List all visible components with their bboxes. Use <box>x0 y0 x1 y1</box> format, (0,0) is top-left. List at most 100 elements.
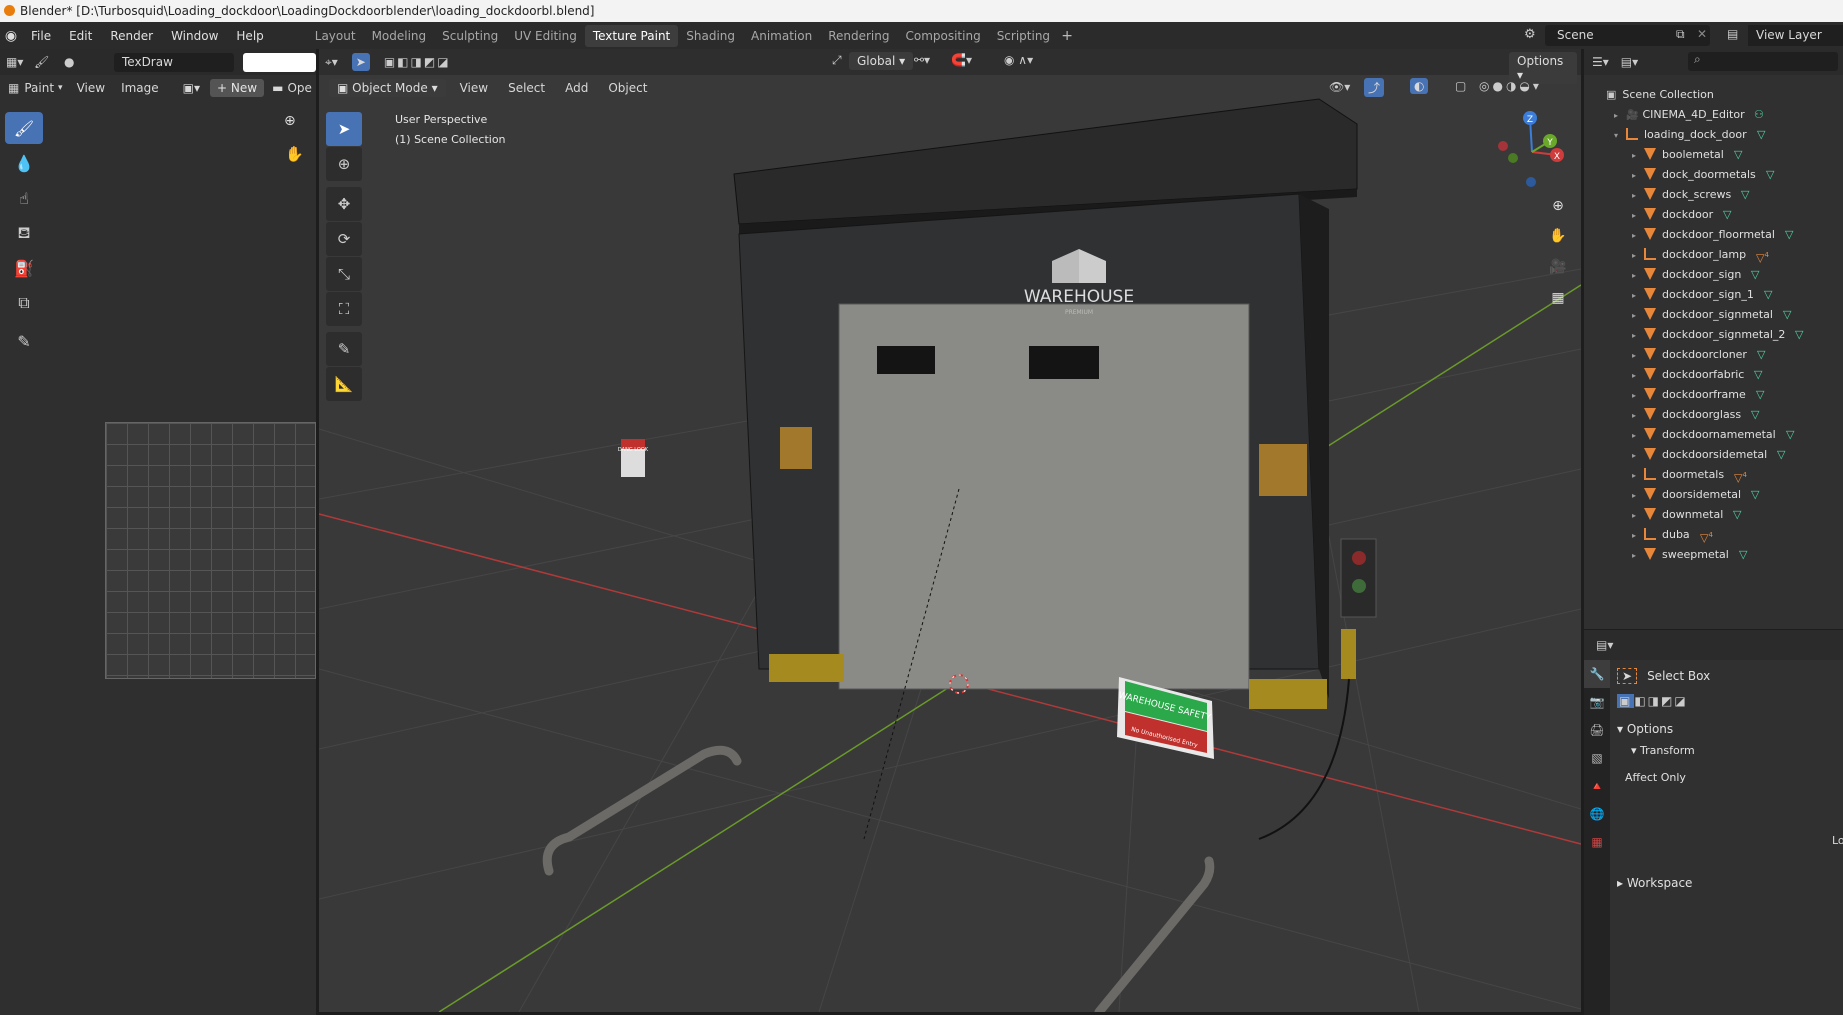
mesh-data-icon[interactable]: ▽ <box>1777 445 1785 465</box>
outliner-row[interactable]: ▸ boolemetal ▽ <box>1606 145 1843 165</box>
transform-icon[interactable]: ⛶ <box>326 292 362 326</box>
zoom-icon[interactable]: ⊕ <box>1544 192 1572 220</box>
outliner-row[interactable]: ▸ doormetals ▽4 <box>1606 465 1843 485</box>
viewport-menu-object[interactable]: Object <box>598 81 657 95</box>
zoom-icon[interactable]: ⊕ <box>284 113 296 129</box>
clone-icon[interactable]: ⛾ <box>5 217 43 249</box>
tab-scripting[interactable]: Scripting <box>989 25 1058 47</box>
editor-type-icon[interactable]: ⌖▾ <box>325 55 338 70</box>
shading-mode-icons[interactable]: ◎●◑◒▾ <box>1479 79 1542 93</box>
expand-right-icon[interactable]: ▸ <box>1632 466 1644 486</box>
mesh-data-icon[interactable]: ▽ <box>1786 425 1794 445</box>
tab-modeling[interactable]: Modeling <box>364 25 435 47</box>
brush-name-field[interactable]: TexDraw <box>114 53 234 72</box>
outliner-row[interactable]: ▸ dockdoor_lamp ▽4 <box>1606 245 1843 265</box>
select-tool-icon[interactable]: ➤ <box>351 53 370 71</box>
expand-right-icon[interactable]: ▸ <box>1632 186 1644 206</box>
mesh-data-icon[interactable]: ▽ <box>1723 205 1731 225</box>
expand-right-icon[interactable]: ▸ <box>1632 206 1644 226</box>
overlay-toggle-icon[interactable]: ◐ <box>1410 78 1429 94</box>
orientation-dropdown[interactable]: Global ▾ <box>849 52 914 70</box>
pan-hand-icon[interactable]: ✋ <box>1544 222 1572 250</box>
tab-animation[interactable]: Animation <box>743 25 820 47</box>
menu-window[interactable]: Window <box>162 29 227 43</box>
tab-texture-paint[interactable]: Texture Paint <box>584 24 679 47</box>
tab-layout[interactable]: Layout <box>307 25 364 47</box>
expand-right-icon[interactable]: ▸ <box>1632 306 1644 326</box>
outliner-row[interactable]: ▸ downmetal ▽ <box>1606 505 1843 525</box>
menu-edit[interactable]: Edit <box>60 29 101 43</box>
tab-rendering[interactable]: Rendering <box>820 25 897 47</box>
camera-view-icon[interactable]: 🎥 <box>1544 253 1572 281</box>
editor-type-icon[interactable]: ▦▾ <box>6 55 34 69</box>
xray-icon[interactable]: ▢ <box>1455 79 1466 93</box>
select-mode-buttons[interactable]: ▣ ◧◨◩◪ <box>1617 694 1843 708</box>
navigation-gizmo[interactable]: Z X Y <box>1494 110 1574 190</box>
expand-right-icon[interactable]: ▸ <box>1632 326 1644 346</box>
outliner-search-input[interactable]: ⌕ <box>1688 52 1838 71</box>
expand-right-icon[interactable]: ▸ <box>1632 526 1644 546</box>
outliner-row[interactable]: ▸ dockdoorsidemetal ▽ <box>1606 445 1843 465</box>
outliner-row[interactable]: ▸ dockdoor_sign ▽ <box>1606 265 1843 285</box>
gizmo-toggle-icon[interactable]: ⤴ <box>1364 78 1385 97</box>
outliner-row[interactable]: ▸ dock_screws ▽ <box>1606 185 1843 205</box>
tab-uv-editing[interactable]: UV Editing <box>506 25 585 47</box>
mesh-data-icon[interactable]: ▽ <box>1766 165 1774 185</box>
mesh-data-icon[interactable]: ▽ <box>1739 545 1747 565</box>
outliner-row[interactable]: ▸ doorsidemetal ▽ <box>1606 485 1843 505</box>
mesh-data-icon[interactable]: ▽ <box>1751 405 1759 425</box>
pivot-icon[interactable]: ⚯▾ <box>914 53 930 67</box>
outliner-row[interactable]: ▸ sweepmetal ▽ <box>1606 545 1843 565</box>
image-browse-icon[interactable]: ▣▾ <box>183 81 200 95</box>
outliner-row[interactable]: ▸ dockdoornamemetal ▽ <box>1606 425 1843 445</box>
brush-type-icon[interactable]: ● <box>64 55 84 69</box>
tab-sculpting[interactable]: Sculpting <box>434 25 506 47</box>
menu-file[interactable]: File <box>22 29 60 43</box>
cursor-icon[interactable]: ⊕ <box>326 147 362 181</box>
move-icon[interactable]: ✥ <box>326 187 362 221</box>
expand-right-icon[interactable]: ▸ <box>1632 346 1644 366</box>
mode-dropdown[interactable]: Paint <box>24 81 54 95</box>
outliner-row[interactable]: ▸ duba ▽4 <box>1606 525 1843 545</box>
outliner-editor-type-icon[interactable]: ☰▾ <box>1592 55 1609 69</box>
outliner-row[interactable]: ▸ dockdoorglass ▽ <box>1606 405 1843 425</box>
mesh-data-icon[interactable]: ▽ <box>1756 385 1764 405</box>
menu-image[interactable]: Image <box>121 81 159 95</box>
ortho-toggle-icon[interactable]: ▦ <box>1544 284 1572 312</box>
tab-shading[interactable]: Shading <box>678 25 743 47</box>
mesh-data-icon[interactable]: ▽ <box>1783 305 1791 325</box>
display-mode-icon[interactable]: ▤▾ <box>1621 55 1638 69</box>
properties-editor-type-icon[interactable]: ▤▾ <box>1596 638 1613 652</box>
expand-right-icon[interactable]: ▸ <box>1632 366 1644 386</box>
outliner-row[interactable]: ▸ dockdoorframe ▽ <box>1606 385 1843 405</box>
pan-hand-icon[interactable]: ✋ <box>285 145 304 163</box>
fill-icon[interactable]: ⛽ <box>5 252 43 284</box>
expand-right-icon[interactable]: ▸ <box>1632 286 1644 306</box>
draw-brush-icon[interactable]: 🖌 <box>5 112 43 144</box>
expand-right-icon[interactable]: ▸ <box>1632 246 1644 266</box>
new-scene-icon[interactable]: ⧉ <box>1676 27 1685 42</box>
expand-right-icon[interactable]: ▸ <box>1632 386 1644 406</box>
outliner-row[interactable]: ▸ dockdoorfabric ▽ <box>1606 365 1843 385</box>
rotate-icon[interactable]: ⟳ <box>326 222 362 256</box>
expand-right-icon[interactable]: ▸ <box>1632 266 1644 286</box>
outliner-row[interactable]: ▸ dock_doormetals ▽ <box>1606 165 1843 185</box>
image-canvas-grid[interactable] <box>105 422 316 679</box>
mask-icon[interactable]: ⧉ <box>5 287 43 319</box>
view-layer-selector[interactable]: View Layer <box>1748 25 1843 46</box>
expand-right-icon[interactable]: ▸ <box>1632 546 1644 566</box>
menu-render[interactable]: Render <box>101 29 162 43</box>
viewport-menu-view[interactable]: View <box>450 81 498 95</box>
scene-collection-row[interactable]: ▣ Scene Collection <box>1606 85 1843 105</box>
outliner-row[interactable]: ▾ loading_dock_door ▽ <box>1606 125 1843 145</box>
expand-down-icon[interactable]: ▾ <box>1614 126 1626 146</box>
options-section[interactable]: ▾ Options <box>1617 722 1843 736</box>
mesh-data-icon[interactable]: ▽ <box>1795 325 1803 345</box>
annotate-icon[interactable]: ✎ <box>326 332 362 366</box>
new-image-button[interactable]: + New <box>210 79 265 97</box>
output-tab-icon[interactable]: 🖨 <box>1584 716 1610 744</box>
camera-data-icon[interactable]: ⚇ <box>1754 105 1764 125</box>
mesh-data-icon[interactable]: ▽ <box>1741 185 1749 205</box>
menu-help[interactable]: Help <box>227 29 272 43</box>
expand-right-icon[interactable]: ▸ <box>1632 446 1644 466</box>
